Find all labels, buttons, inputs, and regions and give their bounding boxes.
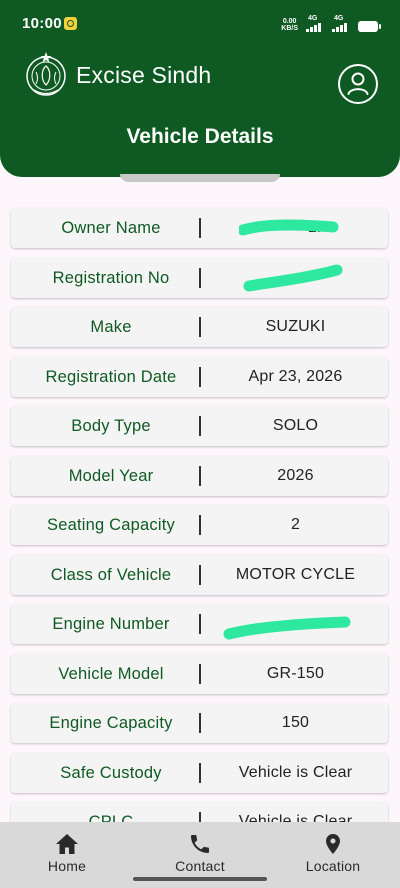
detail-row-body-type: Body Type SOLO	[11, 406, 388, 446]
divider	[199, 762, 201, 783]
detail-value: 2	[290, 516, 301, 533]
detail-value	[203, 604, 388, 644]
detail-label: Owner Name	[61, 219, 161, 237]
detail-value: MOTOR CYCLE	[235, 565, 356, 583]
detail-label: Seating Capacity	[47, 516, 175, 534]
network-speed-unit: KB/S	[281, 25, 298, 32]
phone-icon	[191, 835, 209, 853]
detail-label: Registration No	[52, 268, 170, 287]
detail-label: Class of Vehicle	[50, 565, 172, 584]
detail-value: 150	[281, 714, 310, 731]
home-icon	[56, 834, 78, 854]
detail-value: 2026	[277, 466, 314, 484]
divider	[199, 317, 201, 337]
detail-value: Vehicle is Clear	[238, 763, 353, 781]
detail-row-engine-number: Engine Number	[11, 604, 388, 644]
detail-row-engine-capacity: Engine Capacity 150	[11, 703, 388, 743]
signal-label: 4G	[308, 15, 318, 22]
detail-value: LI	[307, 219, 322, 236]
divider	[199, 614, 201, 634]
detail-label: Engine Capacity	[49, 714, 173, 732]
divider	[199, 267, 201, 288]
signal-label: 4G	[334, 15, 344, 22]
divider	[199, 218, 201, 238]
location-pin-icon	[326, 834, 340, 854]
divider	[199, 465, 201, 486]
nav-contact[interactable]: Contact	[145, 832, 255, 876]
signal-icon: 4G	[332, 15, 350, 32]
divider	[199, 416, 201, 436]
status-time: 10:00	[22, 15, 62, 32]
nav-location[interactable]: Location	[278, 832, 388, 876]
nav-location-label: Location	[305, 858, 361, 874]
detail-row-make: Make SUZUKI	[11, 307, 388, 347]
detail-row-seating-capacity: Seating Capacity 2	[11, 505, 388, 545]
home-indicator[interactable]	[133, 877, 267, 881]
sindh-emblem-logo	[26, 52, 66, 96]
divider	[199, 515, 201, 535]
divider	[199, 663, 201, 684]
pull-handle[interactable]	[120, 174, 280, 182]
detail-label: Body Type	[71, 417, 151, 435]
detail-row-class-of-vehicle: Class of Vehicle MOTOR CYCLE	[11, 554, 388, 595]
detail-value: GR-150	[266, 664, 325, 682]
app-header: Excise Sindh Vehicle Details	[0, 50, 400, 177]
network-speed: 0.00 KB/S	[281, 18, 298, 32]
network-speed-value: 0.00	[282, 18, 297, 25]
profile-button[interactable]	[338, 64, 378, 104]
status-indicators: 0.00 KB/S 4G 4G	[281, 15, 381, 32]
detail-value: SUZUKI	[265, 318, 326, 335]
nav-contact-label: Contact	[175, 858, 225, 874]
detail-value	[203, 258, 388, 298]
battery-icon	[358, 21, 381, 32]
divider	[199, 366, 201, 387]
detail-label: Safe Custody	[60, 763, 162, 782]
vehicle-details-list: Owner Name LI Registration No Make SUZUK…	[11, 208, 388, 852]
status-bar: 10:00 0.00 KB/S 4G 4G	[0, 0, 400, 50]
notification-icon	[64, 17, 77, 30]
detail-label: Engine Number	[52, 615, 170, 633]
user-profile-icon	[347, 72, 369, 95]
detail-value: Apr 23, 2026	[248, 367, 343, 385]
detail-label: Registration Date	[45, 367, 177, 386]
detail-row-registration-date: Registration Date Apr 23, 2026	[11, 356, 388, 397]
detail-label: Vehicle Model	[58, 664, 164, 683]
divider	[199, 564, 201, 585]
detail-label: Make	[90, 318, 132, 336]
detail-value: SOLO	[272, 417, 319, 434]
detail-label: Model Year	[68, 466, 154, 485]
nav-home-label: Home	[47, 858, 87, 874]
detail-row-vehicle-model: Vehicle Model GR-150	[11, 653, 388, 694]
signal-icon: 4G	[306, 15, 324, 32]
app-title: Excise Sindh	[76, 62, 212, 88]
detail-row-registration-no: Registration No	[11, 257, 388, 298]
detail-row-owner-name: Owner Name LI	[11, 208, 388, 248]
divider	[199, 713, 201, 733]
detail-row-model-year: Model Year 2026	[11, 455, 388, 496]
page-title: Vehicle Details	[126, 125, 274, 148]
nav-home[interactable]: Home	[12, 832, 122, 876]
detail-row-safe-custody: Safe Custody Vehicle is Clear	[11, 752, 388, 793]
